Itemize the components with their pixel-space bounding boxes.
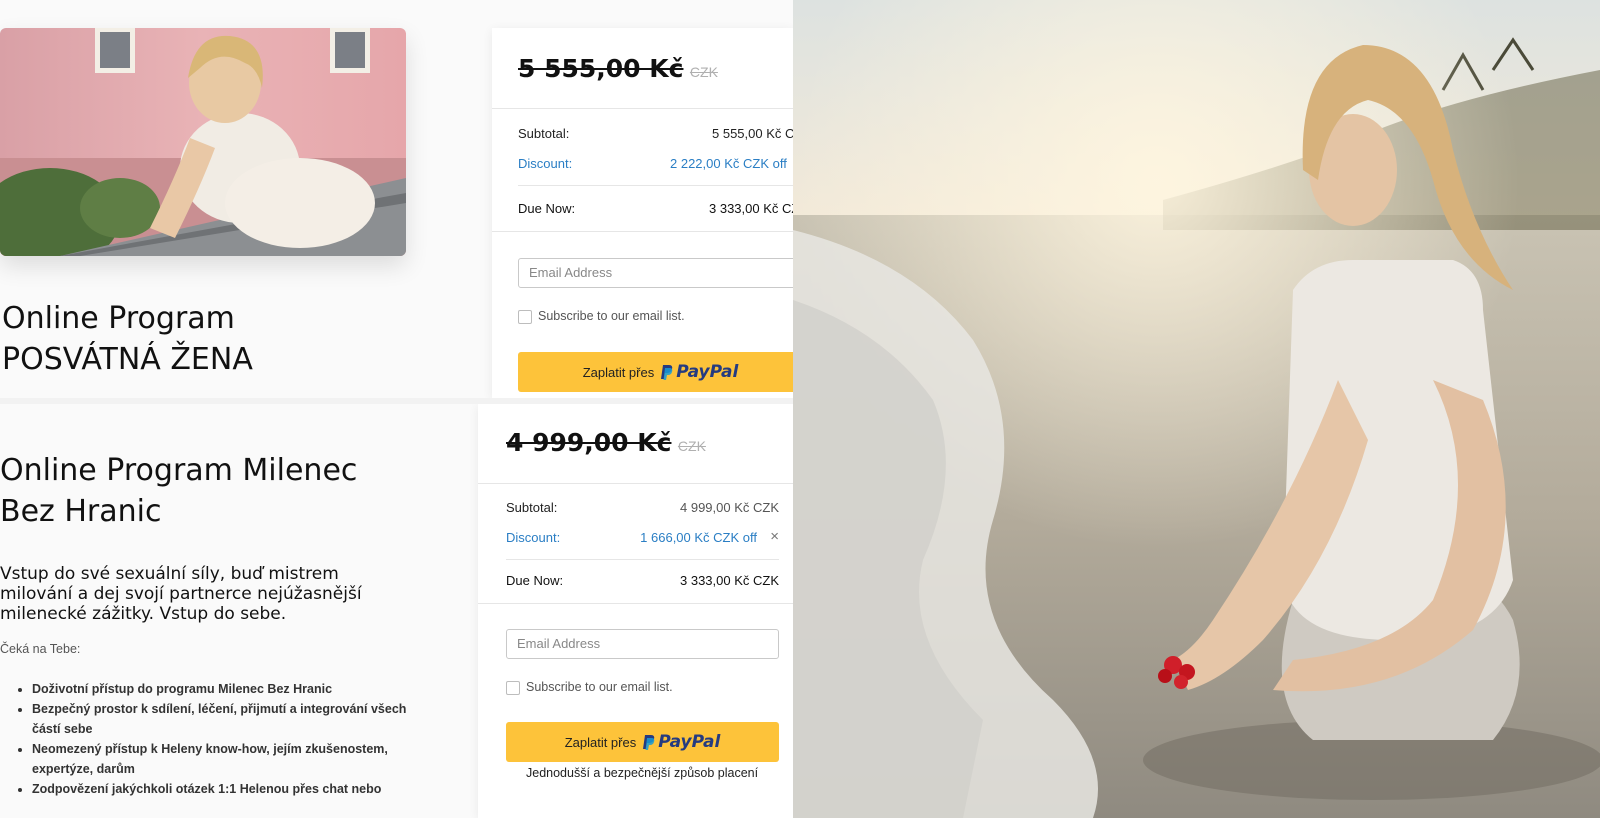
- product-title: Online Program POSVÁTNÁ ŽENA: [2, 301, 253, 377]
- discount-value: 2 222,00 Kč CZK off: [670, 156, 787, 171]
- product-title: Online Program Milenec Bez Hranic: [0, 453, 358, 529]
- divider: [506, 559, 779, 560]
- due-now-label: Due Now:: [506, 573, 564, 588]
- pay-button-label: Zaplatit přes: [582, 364, 655, 380]
- product-description: Vstup do své sexuální síly, buď mistrem …: [0, 564, 362, 624]
- subtotal-label: Subtotal:: [506, 500, 558, 515]
- email-input[interactable]: Email Address: [518, 258, 793, 288]
- feature-list: Doživotní přístup do programu Milenec Be…: [0, 679, 432, 799]
- list-item: Zodpovězení jakýchkoli otázek 1:1 Heleno…: [32, 779, 432, 799]
- divider: [518, 185, 793, 186]
- subscribe-checkbox[interactable]: [518, 310, 532, 324]
- waiting-label: Čeká na Tebe:: [0, 642, 81, 656]
- paypal-icon: [643, 735, 655, 750]
- checkout-card: 5 555,00 Kč CZK Subtotal: 5 555,00 Kč CZ…: [492, 28, 793, 398]
- paypal-pay-button[interactable]: Zaplatit přes PayPal: [518, 352, 793, 392]
- divider: [478, 483, 793, 484]
- beach-photo: [793, 0, 1600, 818]
- paypal-icon: [661, 365, 673, 380]
- subtotal-label: Subtotal:: [518, 126, 570, 141]
- woman-in-water-image: [793, 0, 1600, 818]
- original-price: 4 999,00 Kč CZK: [506, 428, 706, 457]
- subtotal-value: 4 999,00 Kč CZK: [680, 500, 779, 515]
- discount-label: Discount:: [506, 530, 561, 545]
- paypal-pay-button[interactable]: Zaplatit přes PayPal: [506, 722, 779, 762]
- product-photo: [0, 28, 406, 256]
- paypal-logo: PayPal: [660, 362, 738, 382]
- bottom-product-panel: Online Program Milenec Bez Hranic Vstup …: [0, 404, 793, 818]
- due-now-value: 3 333,00 Kč CZK: [680, 573, 779, 588]
- subscribe-checkbox[interactable]: [506, 681, 520, 695]
- due-now-label: Due Now:: [518, 201, 576, 216]
- list-item: Neomezený přístup k Heleny know-how, jej…: [32, 739, 432, 779]
- subscribe-label: Subscribe to our email list.: [526, 680, 673, 694]
- divider: [492, 108, 793, 109]
- checkout-card: 4 999,00 Kč CZK Subtotal: 4 999,00 Kč CZ…: [478, 404, 793, 818]
- divider: [478, 603, 793, 604]
- discount-label: Discount:: [518, 156, 573, 171]
- subtotal-value: 5 555,00 Kč CZK: [712, 126, 793, 141]
- original-price: 5 555,00 Kč CZK: [518, 54, 718, 83]
- pay-button-label: Zaplatit přes: [564, 734, 637, 750]
- divider: [492, 231, 793, 232]
- list-item: Doživotní přístup do programu Milenec Be…: [32, 679, 432, 699]
- list-item: Bezpečný prostor k sdílení, léčení, přij…: [32, 699, 432, 739]
- secure-payment-note: Jednodušší a bezpečnější způsob placení: [526, 766, 759, 780]
- woman-portrait-image: [0, 28, 406, 256]
- paypal-logo: PayPal: [642, 732, 720, 752]
- discount-value: 1 666,00 Kč CZK off: [640, 530, 757, 545]
- email-input[interactable]: Email Address: [506, 629, 779, 659]
- remove-discount-button[interactable]: ×: [770, 528, 779, 545]
- top-product-panel: Online Program POSVÁTNÁ ŽENA 5 555,00 Kč…: [0, 0, 793, 398]
- subscribe-label: Subscribe to our email list.: [538, 309, 685, 323]
- due-now-value: 3 333,00 Kč CZK: [709, 201, 793, 216]
